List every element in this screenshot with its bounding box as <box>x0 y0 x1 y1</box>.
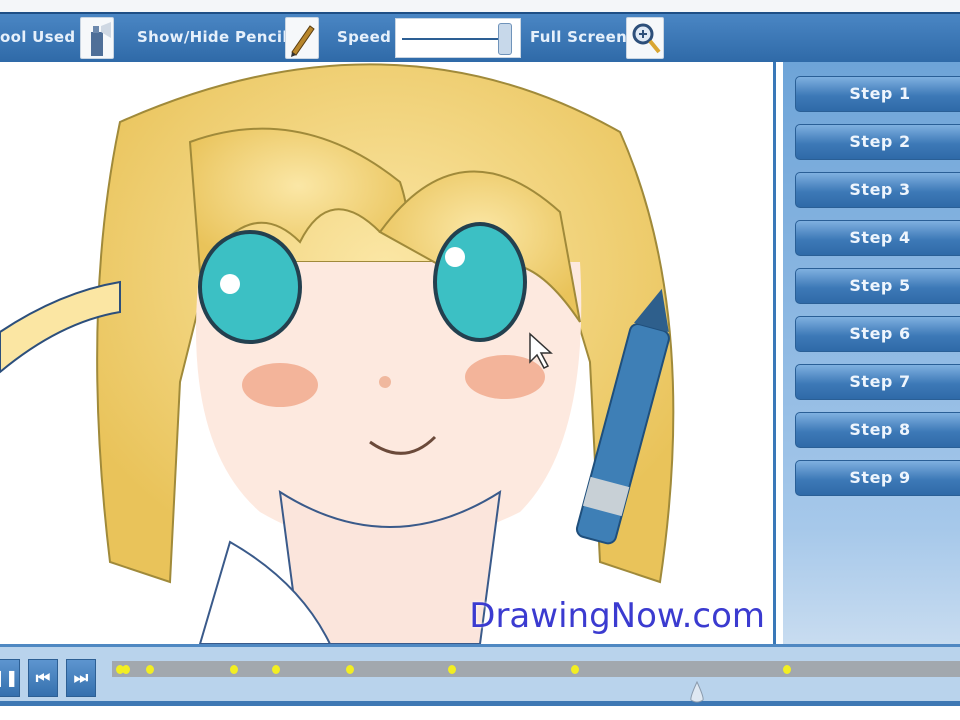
playhead-handle[interactable] <box>688 681 706 703</box>
tool-used-button[interactable] <box>80 17 114 59</box>
pencil-icon <box>291 25 315 57</box>
show-hide-pencil-button[interactable] <box>285 17 319 59</box>
tool-used-label: ool Used <box>0 28 76 46</box>
keyframe-marker[interactable] <box>346 665 354 674</box>
step-5-button[interactable]: Step 5 <box>795 268 960 304</box>
step-8-button[interactable]: Step 8 <box>795 412 960 448</box>
anime-girl-drawing <box>0 63 675 644</box>
next-button[interactable]: ⏭ <box>66 659 96 697</box>
pause-button[interactable]: ❚❚ <box>0 659 20 697</box>
keyframe-marker[interactable] <box>448 665 456 674</box>
step-4-button[interactable]: Step 4 <box>795 220 960 256</box>
full-screen-button[interactable] <box>626 17 664 59</box>
keyframe-marker[interactable] <box>783 665 791 674</box>
toolbar: ool Used Show/Hide Pencil Speed Full Scr… <box>0 12 960 62</box>
speed-label: Speed <box>337 28 392 46</box>
step-9-button[interactable]: Step 9 <box>795 460 960 496</box>
keyframe-marker[interactable] <box>230 665 238 674</box>
keyframe-marker[interactable] <box>571 665 579 674</box>
top-strip <box>0 0 960 12</box>
watermark: DrawingNow.com <box>469 596 765 636</box>
speed-slider[interactable] <box>395 18 521 58</box>
keyframe-marker[interactable] <box>122 665 130 674</box>
step-6-button[interactable]: Step 6 <box>795 316 960 352</box>
step-7-button[interactable]: Step 7 <box>795 364 960 400</box>
step-3-button[interactable]: Step 3 <box>795 172 960 208</box>
keyframe-marker[interactable] <box>272 665 280 674</box>
keyframe-marker[interactable] <box>146 665 154 674</box>
spray-can-icon <box>91 22 111 56</box>
drawing-canvas: DrawingNow.com <box>0 62 776 644</box>
show-hide-pencil-label: Show/Hide Pencil <box>137 28 288 46</box>
timeline-track[interactable] <box>112 661 960 677</box>
full-screen-label: Full Screen <box>530 28 628 46</box>
speed-slider-thumb[interactable] <box>498 23 512 55</box>
playback-bar: ❚❚ ⏮ ⏭ <box>0 644 960 706</box>
steps-panel: Step 1 Step 2 Step 3 Step 4 Step 5 Step … <box>783 62 960 644</box>
magnifier-icon <box>632 23 661 54</box>
step-2-button[interactable]: Step 2 <box>795 124 960 160</box>
previous-button[interactable]: ⏮ <box>28 659 58 697</box>
step-1-button[interactable]: Step 1 <box>795 76 960 112</box>
